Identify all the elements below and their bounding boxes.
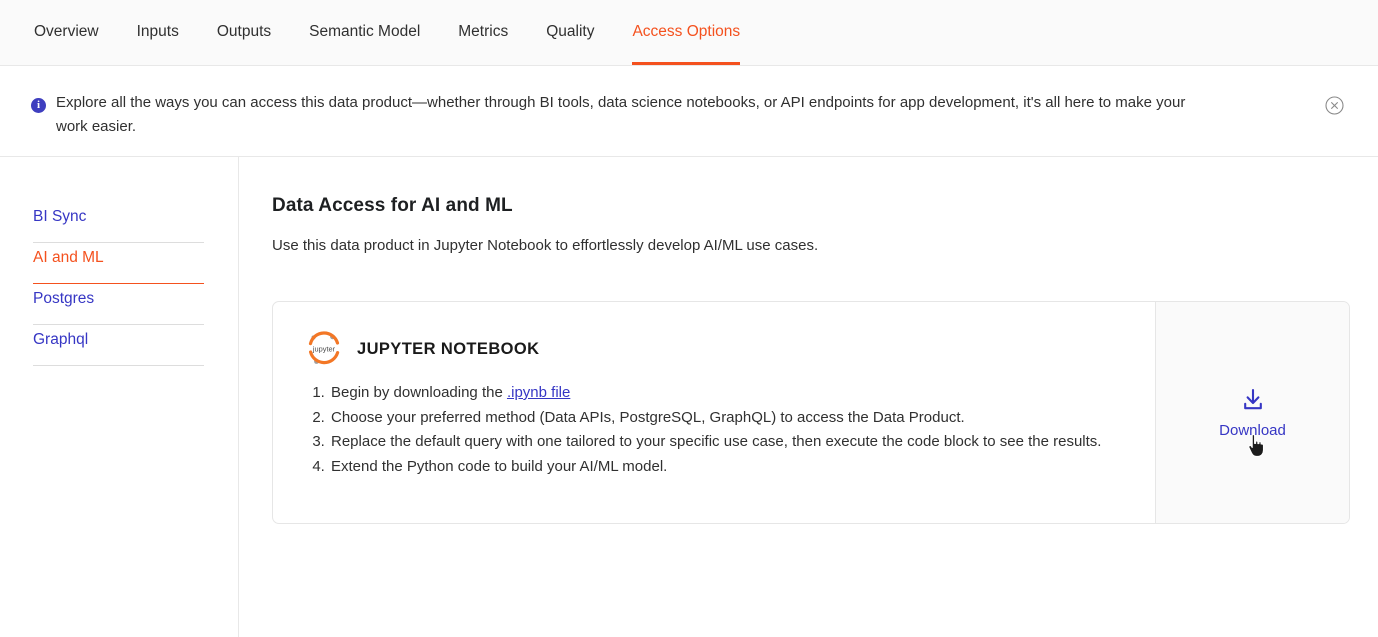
jupyter-logo: jupyter bbox=[305, 330, 343, 368]
tab-label: Quality bbox=[546, 23, 595, 40]
step-text: Replace the default query with one tailo… bbox=[331, 433, 1102, 450]
access-options-sidebar: BI Sync AI and ML Postgres Graphql bbox=[33, 202, 204, 366]
list-item: Begin by downloading the .ipynb file bbox=[329, 381, 1125, 406]
sidebar-divider bbox=[238, 157, 239, 637]
page-subtitle: Use this data product in Jupyter Noteboo… bbox=[272, 237, 819, 254]
step-text: Extend the Python code to build your AI/… bbox=[331, 457, 668, 475]
tab-overview[interactable]: Overview bbox=[34, 0, 118, 65]
tab-label: Metrics bbox=[458, 23, 509, 40]
list-item: Choose your preferred method (Data APIs,… bbox=[329, 406, 1125, 431]
sidebar-item-label: Postgres bbox=[33, 290, 95, 307]
tab-label: Semantic Model bbox=[309, 23, 421, 40]
download-button-label[interactable]: Download bbox=[1219, 422, 1286, 439]
sidebar-item-ai-and-ml[interactable]: AI and ML bbox=[33, 243, 204, 284]
close-circle-icon[interactable] bbox=[1325, 96, 1344, 115]
list-item: Replace the default query with one tailo… bbox=[329, 430, 1125, 455]
instruction-steps: Begin by downloading the .ipynb file Cho… bbox=[305, 381, 1125, 479]
card-title: JUPYTER NOTEBOOK bbox=[357, 339, 540, 358]
tab-inputs[interactable]: Inputs bbox=[118, 0, 198, 65]
card-instructions-panel: jupyter JUPYTER NOTEBOOK Begin by downlo… bbox=[273, 302, 1155, 523]
sidebar-item-label: AI and ML bbox=[33, 249, 104, 266]
page-title: Data Access for AI and ML bbox=[272, 195, 513, 216]
info-circle-icon: i bbox=[31, 98, 46, 113]
tab-label: Outputs bbox=[216, 23, 272, 40]
card-header: jupyter JUPYTER NOTEBOOK bbox=[305, 330, 1125, 368]
sidebar-item-bi-sync[interactable]: BI Sync bbox=[33, 202, 204, 243]
tab-label: Overview bbox=[34, 23, 99, 40]
sidebar-item-postgres[interactable]: Postgres bbox=[33, 284, 204, 325]
tab-outputs[interactable]: Outputs bbox=[198, 0, 290, 65]
step-text: Begin by downloading the bbox=[331, 384, 507, 401]
list-item: Extend the Python code to build your AI/… bbox=[329, 455, 1125, 480]
sidebar-item-label: BI Sync bbox=[33, 208, 87, 225]
ipynb-file-link[interactable]: .ipynb file bbox=[507, 384, 570, 401]
tab-label: Access Options bbox=[632, 23, 741, 40]
tab-bar: Overview Inputs Outputs Semantic Model M… bbox=[0, 0, 1378, 66]
sidebar-item-label: Graphql bbox=[33, 331, 89, 348]
tab-semantic-model[interactable]: Semantic Model bbox=[290, 0, 439, 65]
step-text: Choose your preferred method (Data APIs,… bbox=[331, 408, 965, 426]
download-icon[interactable] bbox=[1240, 387, 1266, 413]
tab-quality[interactable]: Quality bbox=[527, 0, 613, 65]
info-banner: i Explore all the ways you can access th… bbox=[0, 66, 1378, 157]
svg-text:jupyter: jupyter bbox=[312, 344, 336, 353]
main-content: Data Access for AI and ML Use this data … bbox=[272, 157, 1350, 254]
sidebar-item-graphql[interactable]: Graphql bbox=[33, 325, 204, 366]
info-banner-text: Explore all the ways you can access this… bbox=[56, 94, 1186, 135]
tab-metrics[interactable]: Metrics bbox=[439, 0, 527, 65]
tab-label: Inputs bbox=[136, 23, 179, 40]
tab-access-options[interactable]: Access Options bbox=[613, 0, 759, 65]
download-panel[interactable]: Download bbox=[1155, 302, 1349, 523]
jupyter-notebook-card: jupyter JUPYTER NOTEBOOK Begin by downlo… bbox=[272, 301, 1350, 524]
